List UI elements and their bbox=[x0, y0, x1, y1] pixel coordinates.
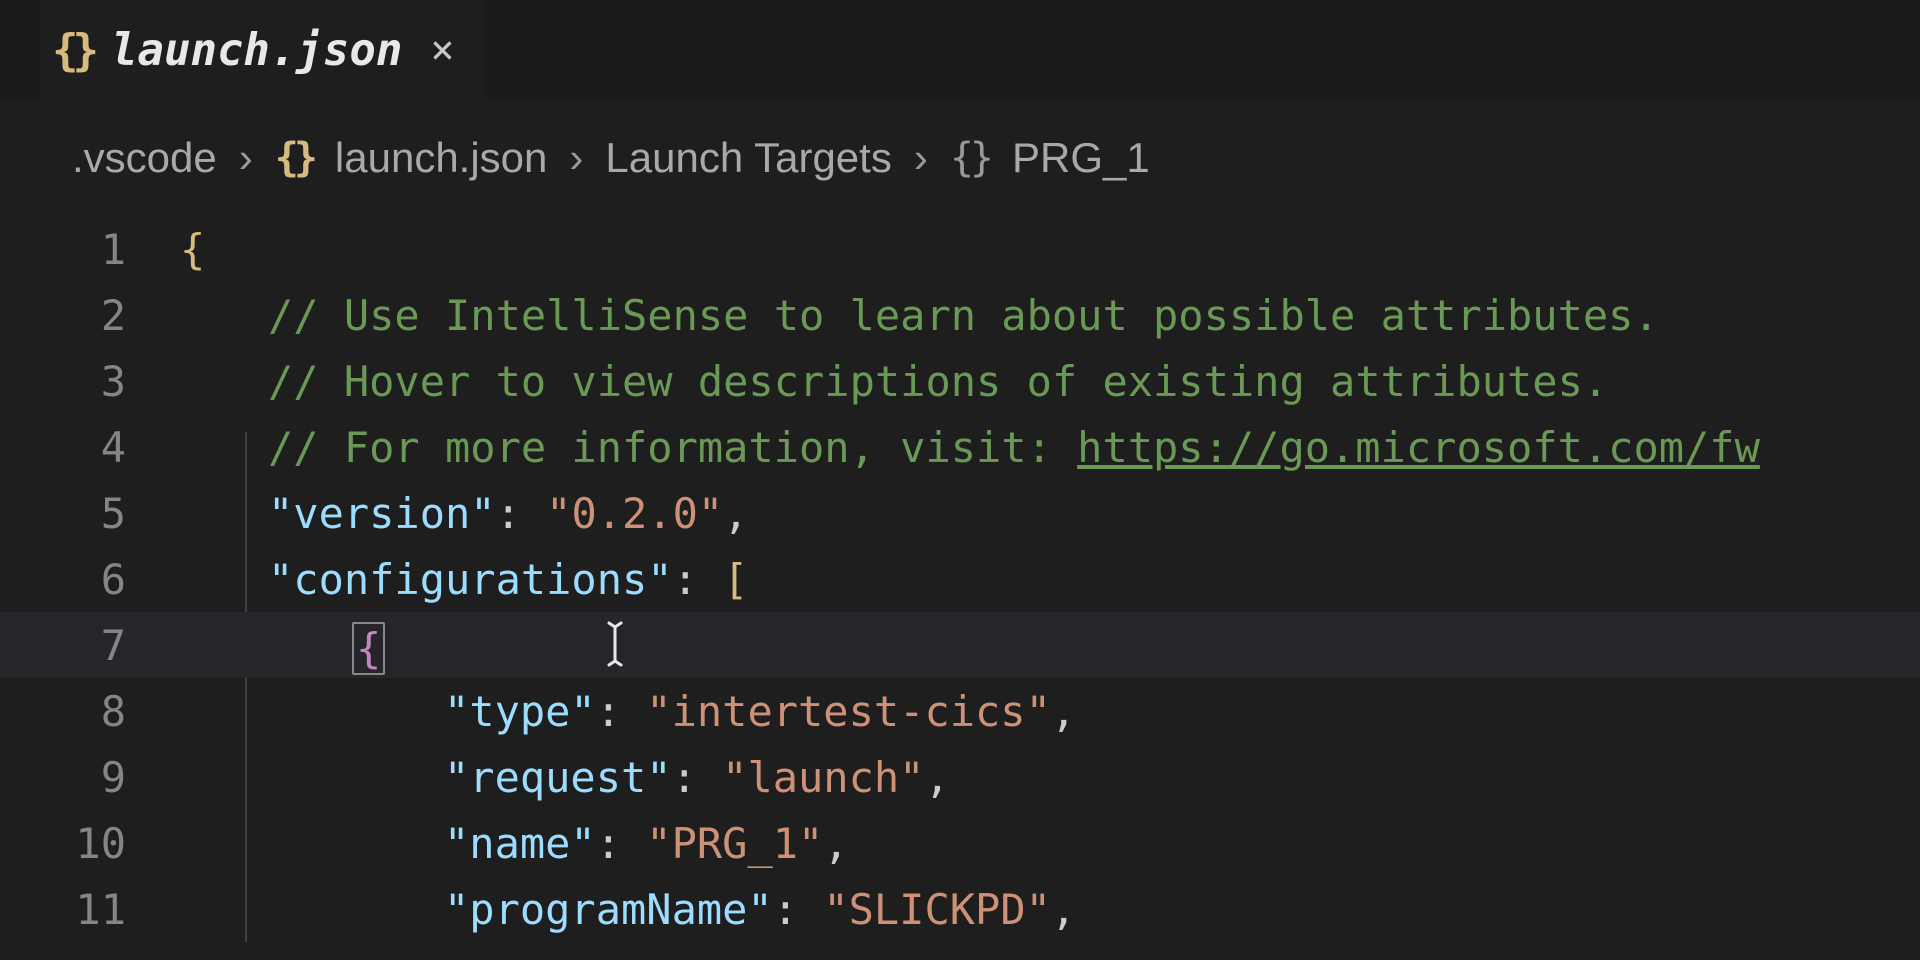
line-number: 4 bbox=[0, 423, 180, 472]
code-editor[interactable]: 1 { 2 // Use IntelliSense to learn about… bbox=[0, 216, 1920, 942]
line-number: 1 bbox=[0, 225, 180, 274]
line-number: 9 bbox=[0, 753, 180, 802]
chevron-right-icon: › bbox=[914, 134, 928, 182]
code-line[interactable]: 10 "name": "PRG_1", bbox=[0, 810, 1920, 876]
breadcrumbs: .vscode › {} launch.json › Launch Target… bbox=[0, 100, 1920, 216]
code-line[interactable]: 2 // Use IntelliSense to learn about pos… bbox=[0, 282, 1920, 348]
code-line[interactable]: 11 "programName": "SLICKPD", bbox=[0, 876, 1920, 942]
code-line[interactable]: 3 // Hover to view descriptions of exist… bbox=[0, 348, 1920, 414]
json-file-icon: {} bbox=[275, 135, 313, 181]
line-number: 10 bbox=[0, 819, 180, 868]
code-line[interactable]: 6 "configurations": [ bbox=[0, 546, 1920, 612]
code-line[interactable]: 1 { bbox=[0, 216, 1920, 282]
line-number: 2 bbox=[0, 291, 180, 340]
breadcrumb-segment-object[interactable]: PRG_1 bbox=[1012, 134, 1150, 182]
chevron-right-icon: › bbox=[569, 134, 583, 182]
json-file-icon: {} bbox=[52, 25, 93, 76]
bracket-match-highlight: { bbox=[352, 622, 385, 675]
breadcrumb-segment-array[interactable]: Launch Targets bbox=[605, 134, 891, 182]
breadcrumb-segment-file[interactable]: launch.json bbox=[335, 134, 547, 182]
line-number: 8 bbox=[0, 687, 180, 736]
line-number: 6 bbox=[0, 555, 180, 604]
tab-filename: launch.json bbox=[111, 25, 402, 76]
code-line[interactable]: 4 // For more information, visit: https:… bbox=[0, 414, 1920, 480]
line-number: 11 bbox=[0, 885, 180, 934]
line-number: 5 bbox=[0, 489, 180, 538]
json-object-icon: {} bbox=[950, 135, 990, 181]
breadcrumb-segment-folder[interactable]: .vscode bbox=[72, 134, 217, 182]
line-number: 3 bbox=[0, 357, 180, 406]
editor-tab[interactable]: {} launch.json × bbox=[40, 0, 484, 100]
line-number: 7 bbox=[0, 621, 180, 670]
code-line[interactable]: 5 "version": "0.2.0", bbox=[0, 480, 1920, 546]
chevron-right-icon: › bbox=[239, 134, 253, 182]
code-line-active[interactable]: 7 { bbox=[0, 612, 1920, 678]
tab-bar: {} launch.json × bbox=[0, 0, 1920, 100]
code-line[interactable]: 8 "type": "intertest-cics", bbox=[0, 678, 1920, 744]
text-cursor-icon bbox=[601, 621, 631, 667]
close-icon[interactable]: × bbox=[430, 27, 454, 73]
code-line[interactable]: 9 "request": "launch", bbox=[0, 744, 1920, 810]
